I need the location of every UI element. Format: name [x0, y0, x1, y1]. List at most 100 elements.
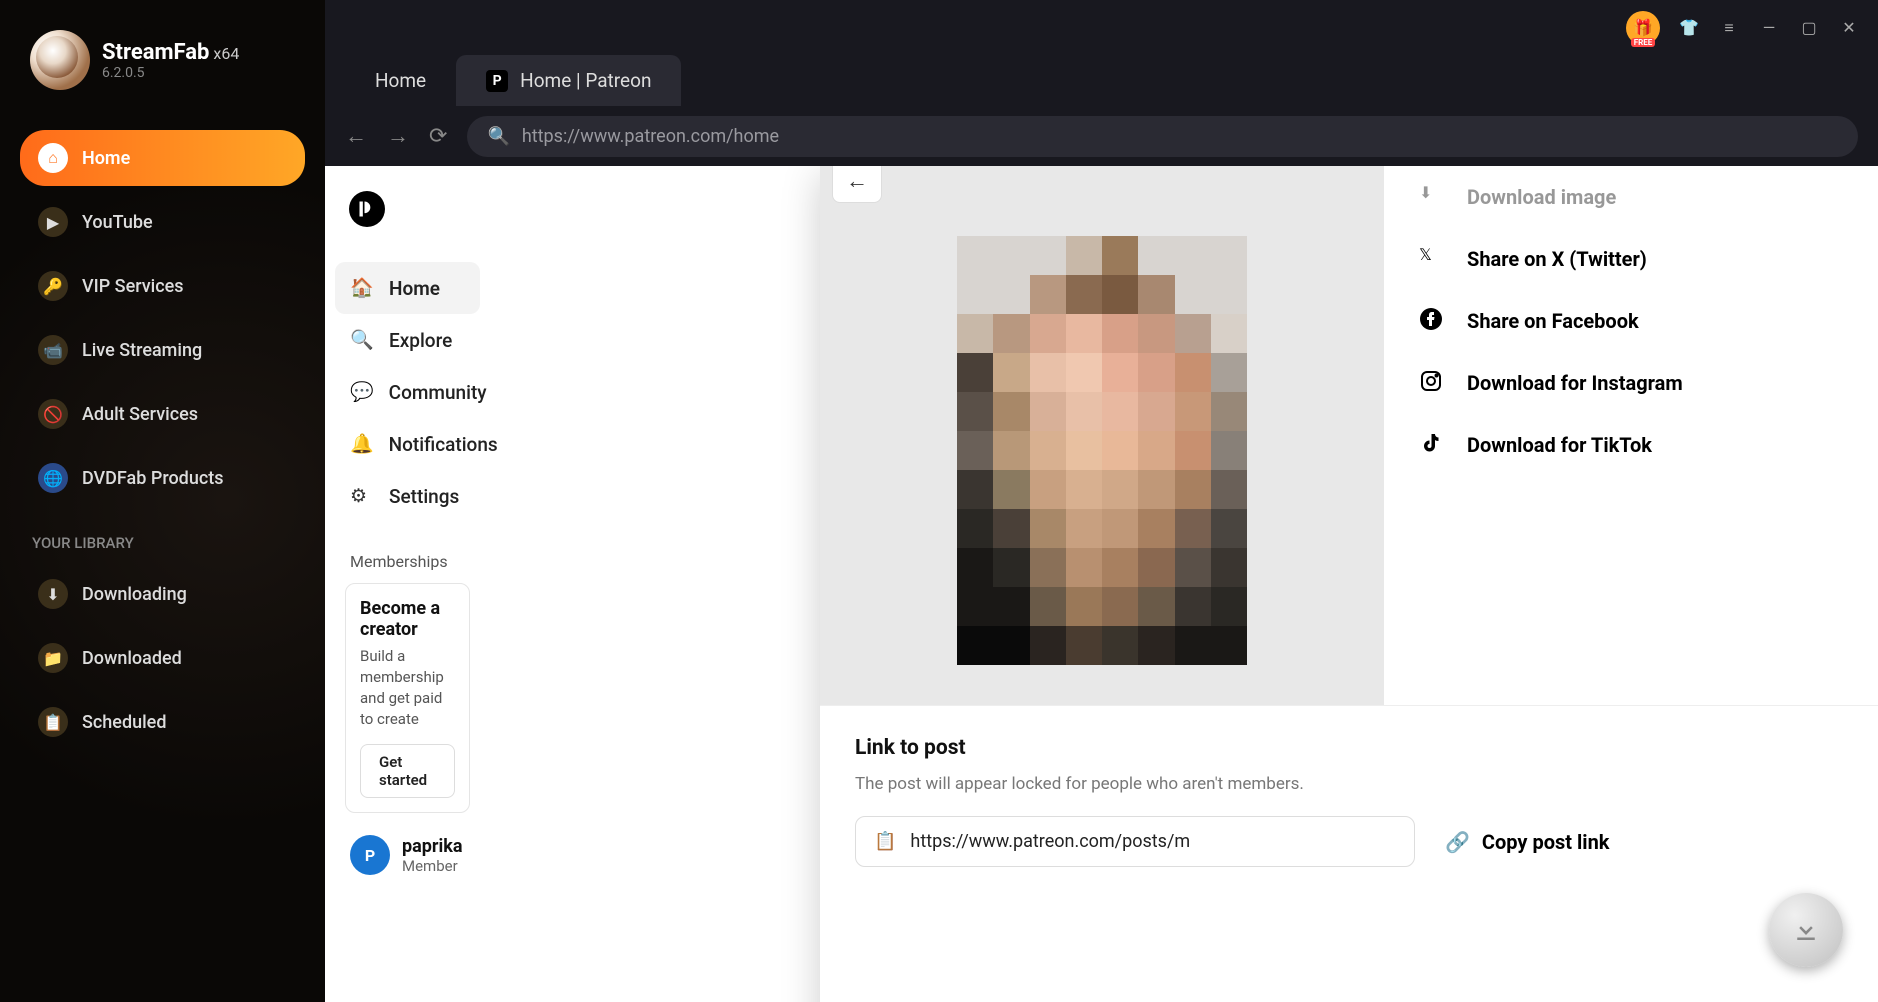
app-arch: x64: [213, 44, 239, 63]
download-icon: ⬇: [38, 579, 68, 609]
pat-nav-home[interactable]: 🏠 Home: [335, 262, 480, 314]
x-icon: 𝕏: [1419, 245, 1447, 273]
youtube-icon: ▶: [38, 207, 68, 237]
pat-nav-label: Home: [389, 277, 440, 300]
link-section: Link to post The post will appear locked…: [820, 706, 1878, 897]
forward-button[interactable]: →: [387, 123, 409, 149]
library-header: YOUR LIBRARY: [32, 534, 305, 552]
nav-adult[interactable]: 🚫 Adult Services: [20, 386, 305, 442]
nav-label: Downloaded: [82, 648, 182, 669]
app-logo: [30, 30, 90, 90]
nav-label: DVDFab Products: [82, 468, 223, 489]
link-desc: The post will appear locked for people w…: [855, 774, 1878, 794]
download-tiktok-option[interactable]: Download for TikTok: [1419, 414, 1878, 476]
share-x-option[interactable]: 𝕏 Share on X (Twitter): [1419, 228, 1878, 290]
pat-nav-label: Community: [389, 381, 487, 404]
creator-desc: Build a membership and get paid to creat…: [360, 646, 455, 730]
nav-label: Scheduled: [82, 712, 166, 733]
nav-label: Live Streaming: [82, 340, 202, 361]
gear-icon: ⚙: [350, 484, 374, 508]
nav-label: YouTube: [82, 212, 153, 233]
nav-dvdfab[interactable]: 🌐 DVDFab Products: [20, 450, 305, 506]
nav-label: Adult Services: [82, 404, 198, 425]
main-area: 🎁 👕 ≡ — ▢ ✕ Home P Home | Patreon ← → ⟳ 🔍…: [325, 0, 1878, 1002]
titlebar: 🎁 👕 ≡ — ▢ ✕: [325, 0, 1878, 55]
share-modal: ←: [820, 166, 1878, 1002]
download-instagram-option[interactable]: Download for Instagram: [1419, 352, 1878, 414]
pat-nav-notifications[interactable]: 🔔Notifications: [335, 418, 480, 470]
modal-back-button[interactable]: ←: [832, 166, 882, 203]
pat-nav-settings[interactable]: ⚙Settings: [335, 470, 480, 522]
creator-box: Become a creator Build a membership and …: [345, 583, 470, 813]
share-label: Share on X (Twitter): [1467, 247, 1647, 271]
url-text: https://www.patreon.com/home: [522, 126, 779, 147]
logo-section: StreamFabx64 6.2.0.5: [20, 20, 305, 100]
key-icon: 🔑: [38, 271, 68, 301]
maximize-icon[interactable]: ▢: [1798, 17, 1820, 39]
tab-home[interactable]: Home: [345, 55, 456, 106]
download-fab[interactable]: [1769, 893, 1843, 967]
share-label: Download for TikTok: [1467, 433, 1652, 457]
link-icon: 🔗: [1445, 830, 1470, 854]
app-name: StreamFab: [102, 40, 209, 65]
free-badge-icon[interactable]: 🎁: [1626, 11, 1660, 45]
url-bar[interactable]: 🔍https://www.patreon.com/home: [467, 116, 1858, 157]
nav-live[interactable]: 📹 Live Streaming: [20, 322, 305, 378]
nav-downloaded[interactable]: 📁 Downloaded: [20, 630, 305, 686]
link-input[interactable]: 📋https://www.patreon.com/posts/m: [855, 816, 1415, 867]
member-row[interactable]: P paprika Member: [335, 835, 480, 875]
video-icon: 📹: [38, 335, 68, 365]
patreon-logo[interactable]: [349, 191, 385, 227]
tiktok-icon: [1419, 431, 1447, 459]
member-avatar: P: [350, 835, 390, 875]
close-icon[interactable]: ✕: [1838, 17, 1860, 39]
folder-icon: 📁: [38, 643, 68, 673]
download-image-option[interactable]: ⬇Download image: [1419, 166, 1878, 228]
reload-button[interactable]: ⟳: [429, 124, 447, 149]
home-icon: ⌂: [38, 143, 68, 173]
tab-label: Home: [375, 69, 426, 92]
member-name: paprika: [402, 836, 463, 857]
share-label: Share on Facebook: [1467, 309, 1639, 333]
nav-label: Home: [82, 148, 130, 169]
nav-youtube[interactable]: ▶ YouTube: [20, 194, 305, 250]
minimize-icon[interactable]: —: [1758, 17, 1780, 39]
nav-label: VIP Services: [82, 276, 184, 297]
memberships-label: Memberships: [350, 552, 480, 571]
schedule-icon: 📋: [38, 707, 68, 737]
patreon-favicon: P: [486, 70, 508, 92]
app-sidebar: StreamFabx64 6.2.0.5 ⌂ Home ▶ YouTube 🔑 VIP…: [0, 0, 325, 1002]
link-title: Link to post: [855, 736, 1878, 760]
download-icon: ⬇: [1419, 183, 1447, 211]
get-started-button[interactable]: Get started: [360, 744, 455, 798]
share-label: Download for Instagram: [1467, 371, 1683, 395]
nav-scheduled[interactable]: 📋 Scheduled: [20, 694, 305, 750]
share-options: ⬇Download image 𝕏 Share on X (Twitter) Sh…: [1384, 166, 1878, 705]
nav-vip[interactable]: 🔑 VIP Services: [20, 258, 305, 314]
nav-home[interactable]: ⌂ Home: [20, 130, 305, 186]
nav-label: Downloading: [82, 584, 187, 605]
tab-label: Home | Patreon: [520, 69, 651, 92]
back-button[interactable]: ←: [345, 123, 367, 149]
share-facebook-option[interactable]: Share on Facebook: [1419, 290, 1878, 352]
member-sub: Member: [402, 857, 463, 875]
modal-image-area: ←: [820, 166, 1384, 705]
pat-nav-label: Explore: [389, 329, 452, 352]
tab-patreon[interactable]: P Home | Patreon: [456, 55, 681, 106]
pat-nav-explore[interactable]: 🔍Explore: [335, 314, 480, 366]
tshirt-icon[interactable]: 👕: [1678, 17, 1700, 39]
copy-link-button[interactable]: 🔗Copy post link: [1445, 830, 1610, 854]
home-icon: 🏠: [350, 276, 374, 300]
facebook-icon: [1419, 307, 1447, 335]
globe-icon: 🌐: [38, 463, 68, 493]
blocked-icon: 🚫: [38, 399, 68, 429]
patreon-sidebar: 🏠 Home 🔍Explore 💬Community 🔔Notifications…: [325, 166, 490, 1002]
bell-icon: 🔔: [350, 432, 374, 456]
nav-downloading[interactable]: ⬇ Downloading: [20, 566, 305, 622]
link-url-text: https://www.patreon.com/posts/m: [910, 831, 1190, 852]
browser-bar: ← → ⟳ 🔍https://www.patreon.com/home: [325, 106, 1878, 166]
menu-icon[interactable]: ≡: [1718, 17, 1740, 39]
pat-nav-community[interactable]: 💬Community: [335, 366, 480, 418]
app-version: 6.2.0.5: [102, 65, 239, 81]
pat-nav-label: Notifications: [389, 433, 498, 456]
